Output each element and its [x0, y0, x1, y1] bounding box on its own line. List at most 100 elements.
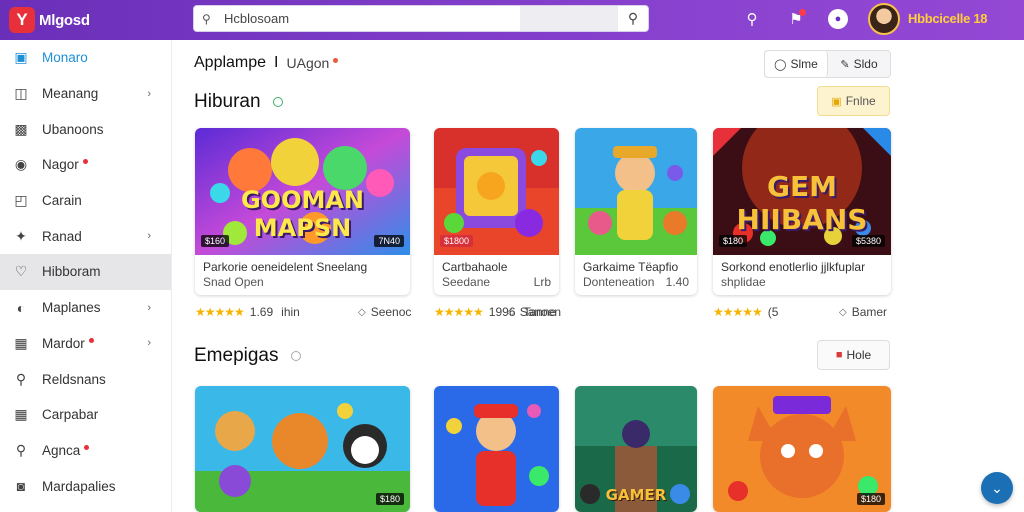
puzzle-icon: ▦ — [14, 334, 28, 351]
card-subtitle-right: 1.40 — [665, 275, 689, 289]
sidebar-item[interactable]: ▩ Ubanoons — [0, 111, 171, 147]
tag-icon: ◇ — [358, 306, 366, 318]
search-icon[interactable]: ⚲ — [740, 7, 764, 31]
app-logo[interactable]: Y Mlgosd — [9, 7, 90, 33]
sidebar-item[interactable]: ▦ Carpabar — [0, 397, 171, 433]
game-thumbnail[interactable]: $180 — [713, 386, 891, 512]
game-card[interactable] — [434, 386, 559, 512]
sidebar-item[interactable]: ✦ Ranad › — [0, 218, 171, 254]
sidebar-item-label: Monaro — [42, 50, 88, 66]
category-tag-label: Bamer — [851, 305, 888, 319]
notification-icon[interactable]: ⚑ — [784, 7, 808, 31]
thumbnail-title: GEM HIIBANS — [736, 170, 868, 236]
sidebar-item[interactable]: ◉ Nagor — [0, 147, 171, 183]
notification-dot — [799, 9, 806, 16]
rating-value: (5 — [767, 305, 779, 319]
card-subtitle: Seedane — [442, 275, 491, 289]
card-subtitle: shplidae — [721, 275, 766, 289]
folder-icon: ▣ — [831, 95, 842, 108]
view-toggle-option-1[interactable]: ◯ Slme — [765, 51, 828, 77]
game-thumbnail[interactable]: GAMER — [575, 386, 697, 512]
game-card[interactable]: Garkaime Tёapfio Donteneation 1.40 — [575, 128, 697, 295]
sidebar-item[interactable]: ▦ Mardor › — [0, 326, 171, 362]
section-title-text: Hiburan — [194, 91, 261, 112]
inbox-icon: ◫ — [14, 85, 28, 102]
search-submit-button[interactable]: ⚲ — [618, 6, 648, 31]
game-icon: ◉ — [14, 156, 28, 173]
game-thumbnail[interactable]: $1800 — [434, 128, 559, 255]
card-title: Cartbahaole — [442, 260, 508, 274]
search-input[interactable] — [220, 6, 520, 31]
thumbnail-title: GOOMAN MAPSN — [240, 186, 365, 242]
chevron-down-icon: ⌄ — [991, 479, 1003, 496]
game-card[interactable]: $1800 Cartbahaole Seedane Lrb — [434, 128, 559, 295]
rating-stars: ★★★★★ — [195, 305, 245, 319]
pencil-icon: ✎ — [840, 58, 850, 71]
info-icon[interactable] — [290, 351, 301, 361]
category-tag[interactable]: ◇ Bamer — [839, 305, 887, 319]
logo-text: Mlgosd — [39, 11, 90, 29]
game-card[interactable]: GOOMAN MAPSN $160 7N40 Parkorie oeneidelent… — [195, 128, 410, 295]
top-bar: Y Mlgosd ⚲ ⚲ ⚲ ⚑ ● Hbbcicelle 18 — [0, 0, 1024, 40]
card-subtitle-right: Lrb — [533, 275, 551, 289]
game-card[interactable]: GEM HIIBANS $180 $5380 Sorkond enotlerlio j… — [713, 128, 891, 295]
price-badge: $180 — [856, 493, 885, 505]
user-name[interactable]: Hbbcicelle 18 — [908, 11, 988, 26]
game-card[interactable]: GAMER — [575, 386, 697, 512]
category-tag[interactable]: ◇ Seenoc — [358, 305, 411, 319]
chevron-right-icon[interactable]: › — [147, 230, 151, 242]
sidebar-item[interactable]: ⚲ Reldsnans — [0, 361, 171, 397]
game-thumbnail[interactable]: $180 — [195, 386, 410, 512]
breadcrumb-dot — [333, 57, 339, 63]
price-badge: $180 — [375, 493, 404, 505]
badge-dot — [84, 444, 90, 450]
settings-icon[interactable]: ● — [828, 9, 848, 29]
compass-icon: ◐ — [16, 299, 26, 316]
card-subtitle-row: Seedane Lrb — [442, 275, 551, 290]
avatar[interactable] — [868, 3, 900, 35]
sidebar-item-label: Mardapalies — [42, 478, 116, 494]
price-badge: $180 — [719, 235, 748, 247]
logo-mark: Y — [9, 7, 35, 33]
category-tag-label: Seenoc — [370, 305, 412, 319]
rating-row: ★★★★★ 1.69 ihin — [195, 305, 300, 319]
sidebar: ▣ Monaro ◫ Meanang › ▩ Ubanoons ◉ Nagor ◰ Carain ✦ R… — [0, 40, 172, 512]
category-tag[interactable]: ◇ Sanoen — [507, 305, 561, 319]
sidebar-item[interactable]: ◫ Meanang › — [0, 76, 171, 112]
chevron-right-icon[interactable]: › — [147, 337, 151, 349]
sidebar-item[interactable]: ◰ Carain — [0, 183, 171, 219]
scroll-down-button[interactable]: ⌄ — [981, 472, 1013, 504]
grid-icon: ▦ — [14, 406, 28, 423]
info-icon[interactable] — [272, 97, 283, 107]
view-toggle-option-2[interactable]: ✎ Sldo — [828, 51, 890, 77]
game-thumbnail[interactable] — [575, 128, 697, 255]
game-card[interactable]: $180 — [195, 386, 410, 512]
sidebar-item[interactable]: ◐ Maplanes › — [0, 290, 171, 326]
sidebar-item-label: Maplanes — [42, 300, 101, 316]
game-thumbnail[interactable] — [434, 386, 559, 512]
rating-stars: ★★★★★ — [713, 305, 763, 319]
search-bar: ⚲ ⚲ — [193, 5, 649, 32]
chevron-right-icon[interactable]: › — [147, 88, 151, 100]
section-action-button[interactable]: ■ Hole — [817, 340, 890, 370]
breadcrumb-subtitle[interactable]: UAgon — [287, 55, 330, 71]
section-action-button[interactable]: ▣ Fnlne — [817, 86, 890, 116]
card-title: Sorkond enotlerlio jjlkfuplar — [721, 260, 866, 274]
game-thumbnail[interactable]: GEM HIIBANS $180 $5380 — [713, 128, 891, 255]
chevron-right-icon[interactable]: › — [147, 302, 151, 314]
game-card[interactable]: $180 — [713, 386, 891, 512]
breadcrumb-separator: I — [274, 54, 279, 71]
card-title: Parkorie oeneidelent Sneelang — [203, 260, 368, 274]
search-suggestion-area[interactable] — [520, 6, 618, 31]
sidebar-item[interactable]: ◙ Mardapalies — [0, 468, 171, 504]
game-thumbnail[interactable]: GOOMAN MAPSN $160 7N40 — [195, 128, 410, 255]
sidebar-item[interactable]: ▣ Monaro — [0, 40, 171, 76]
sidebar-item[interactable]: ♡ Hibboram — [0, 254, 171, 290]
sidebar-item[interactable]: ⚲ Agnca — [0, 433, 171, 469]
home-icon: ▣ — [14, 49, 28, 66]
sidebar-item-label: Nagor — [42, 157, 79, 173]
price-badge: 7N40 — [374, 235, 404, 247]
main-content: Applampe I UAgon ◯ Slme ✎ Sldo Hiburan ▣ Fn… — [172, 40, 1024, 512]
tv-icon: ▩ — [14, 120, 28, 137]
card-subtitle: Snad Open — [203, 275, 264, 289]
